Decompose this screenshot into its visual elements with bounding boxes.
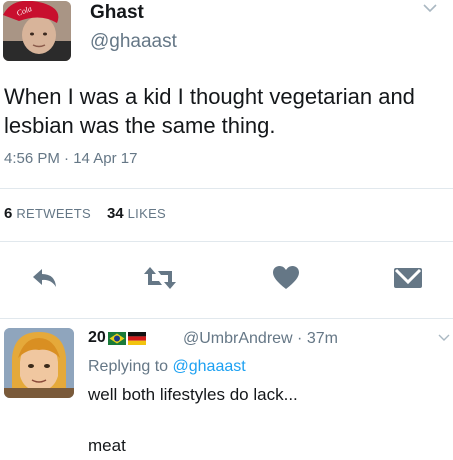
likes-label: LIKES bbox=[127, 206, 167, 221]
user-photo-with-red-cap-icon: Cola bbox=[3, 1, 71, 61]
germany-flag-icon bbox=[127, 331, 146, 345]
retweet-icon bbox=[144, 267, 176, 289]
replying-to: Replying to @ghaaast bbox=[88, 358, 246, 376]
likes-stat[interactable]: 34 LIKES bbox=[106, 205, 167, 222]
chevron-down-icon[interactable] bbox=[422, 2, 438, 14]
replying-prefix: Replying to bbox=[88, 358, 173, 375]
divider bbox=[0, 188, 453, 189]
tweet-actions bbox=[0, 262, 453, 296]
tweet-stats: 6 RETWEETS 34 LIKES bbox=[4, 205, 166, 222]
reply-text-line1: well both lifestyles do lack... bbox=[88, 385, 298, 404]
reply-button[interactable] bbox=[28, 262, 62, 294]
chevron-down-icon[interactable] bbox=[438, 333, 450, 342]
retweets-label: RETWEETS bbox=[16, 206, 91, 221]
main-tweet: Cola Ghast @ghaaast When I was a kid I t… bbox=[0, 0, 453, 318]
retweet-button[interactable] bbox=[143, 262, 177, 294]
tweet-timestamp[interactable]: 4:56 PM · 14 Apr 17 bbox=[4, 150, 137, 167]
reply-tweet: 20 @UmbrAndrew · 37m Replying to @ghaaas… bbox=[0, 318, 453, 460]
heart-icon bbox=[273, 266, 299, 289]
reply-name-text: 20 bbox=[88, 329, 106, 346]
likes-count: 34 bbox=[106, 205, 124, 222]
brazil-flag-icon bbox=[107, 331, 126, 345]
reply-arrow-icon bbox=[33, 269, 56, 287]
envelope-icon bbox=[394, 268, 422, 288]
tweet-text: When I was a kid I thought vegetarian an… bbox=[4, 84, 415, 138]
reply-handle-time[interactable]: @UmbrAndrew · 37m bbox=[183, 330, 338, 348]
direct-message-button[interactable] bbox=[391, 262, 425, 294]
reply-display-name[interactable]: 20 bbox=[88, 329, 146, 347]
reply-avatar[interactable] bbox=[4, 328, 74, 398]
like-button[interactable] bbox=[269, 262, 303, 294]
user-avatar[interactable]: Cola bbox=[3, 1, 71, 61]
reply-text-line2: meat bbox=[88, 436, 126, 455]
divider bbox=[0, 241, 453, 242]
retweets-count: 6 bbox=[4, 205, 13, 222]
retweets-stat[interactable]: 6 RETWEETS bbox=[4, 205, 91, 222]
display-name[interactable]: Ghast bbox=[90, 2, 144, 24]
user-handle[interactable]: @ghaaast bbox=[90, 31, 177, 53]
cartoon-he-man-avatar-icon bbox=[4, 328, 74, 398]
replying-mention-link[interactable]: @ghaaast bbox=[173, 358, 246, 375]
